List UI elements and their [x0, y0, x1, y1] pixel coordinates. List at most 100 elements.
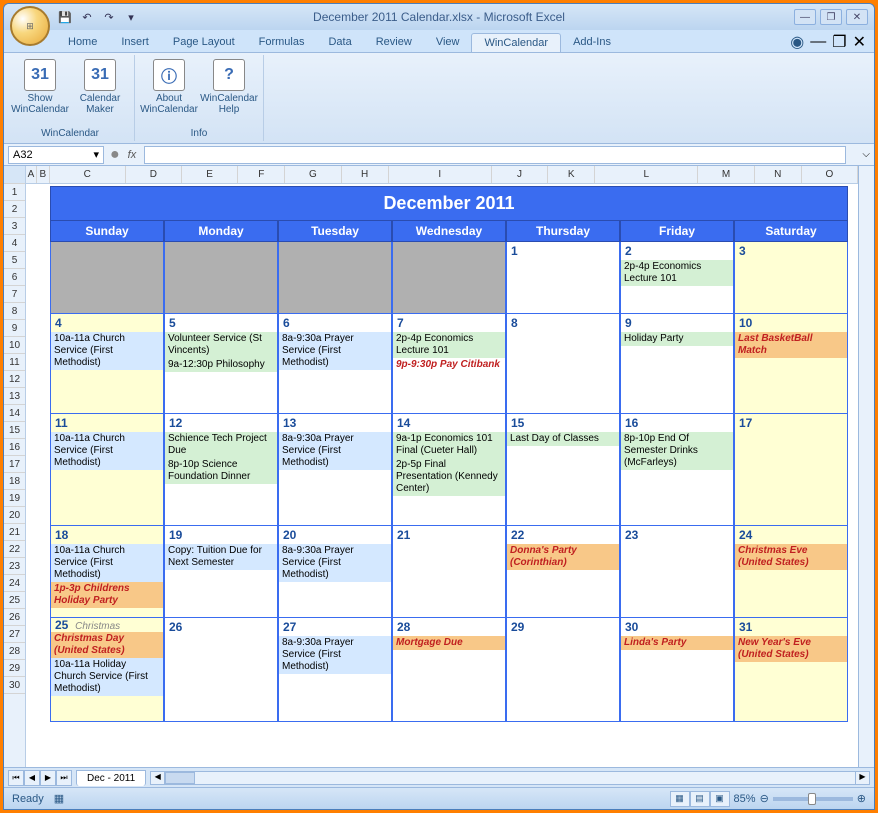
calendar-cell[interactable]: 26: [164, 618, 278, 722]
zoom-level[interactable]: 85%: [734, 793, 756, 805]
calendar-cell[interactable]: 28Mortgage Due: [392, 618, 506, 722]
row-header[interactable]: 21: [4, 524, 25, 541]
undo-icon[interactable]: ↶: [78, 8, 96, 26]
doc-minimize-icon[interactable]: —: [810, 33, 826, 51]
row-header[interactable]: 28: [4, 643, 25, 660]
row-header[interactable]: 22: [4, 541, 25, 558]
row-header[interactable]: 15: [4, 422, 25, 439]
vertical-scrollbar[interactable]: [858, 166, 874, 767]
column-header[interactable]: G: [285, 166, 341, 183]
tab-page-layout[interactable]: Page Layout: [161, 33, 247, 52]
help-icon[interactable]: ◉: [790, 32, 804, 52]
calendar-event[interactable]: Schience Tech Project Due: [165, 432, 277, 458]
calendar-cell[interactable]: 168p-10p End Of Semester Drinks (McFarle…: [620, 414, 734, 526]
tab-insert[interactable]: Insert: [109, 33, 161, 52]
calendar-cell[interactable]: 19Copy: Tuition Due for Next Semester: [164, 526, 278, 618]
calendar-event[interactable]: 8a-9:30a Prayer Service (First Methodist…: [279, 332, 391, 370]
calendar-event[interactable]: New Year's Eve (United States): [735, 636, 847, 662]
column-header[interactable]: N: [755, 166, 802, 183]
row-header[interactable]: 13: [4, 388, 25, 405]
column-header[interactable]: K: [548, 166, 595, 183]
name-box-dropdown-icon[interactable]: ▾: [93, 148, 99, 161]
calendar-event[interactable]: 2p-4p Economics Lecture 101: [393, 332, 505, 358]
row-header[interactable]: 19: [4, 490, 25, 507]
office-button[interactable]: ⊞: [10, 6, 50, 46]
calendar-cell[interactable]: 138a-9:30a Prayer Service (First Methodi…: [278, 414, 392, 526]
column-header[interactable]: L: [595, 166, 698, 183]
column-header[interactable]: F: [238, 166, 285, 183]
ribbon-btn-about-wincalendar[interactable]: ⓘAbout WinCalendar: [141, 57, 197, 117]
tab-wincalendar[interactable]: WinCalendar: [471, 33, 561, 52]
column-header[interactable]: A: [26, 166, 37, 183]
name-box[interactable]: A32 ▾: [8, 146, 104, 164]
calendar-event[interactable]: 8p-10p Science Foundation Dinner: [165, 458, 277, 484]
row-header[interactable]: 20: [4, 507, 25, 524]
row-header[interactable]: 5: [4, 252, 25, 269]
ribbon-btn-calendar-maker[interactable]: 31Calendar Maker: [72, 57, 128, 117]
calendar-cell[interactable]: 208a-9:30a Prayer Service (First Methodi…: [278, 526, 392, 618]
row-header[interactable]: 14: [4, 405, 25, 422]
fx-icon[interactable]: fx: [128, 149, 137, 161]
row-header[interactable]: 4: [4, 235, 25, 252]
calendar-cell[interactable]: 5Volunteer Service (St Vincents)9a-12:30…: [164, 314, 278, 414]
calendar-event[interactable]: 8a-9:30a Prayer Service (First Methodist…: [279, 544, 391, 582]
calendar-event[interactable]: 8a-9:30a Prayer Service (First Methodist…: [279, 636, 391, 674]
calendar-cell[interactable]: 24 Christmas Eve (United States): [734, 526, 848, 618]
select-all-cell[interactable]: [4, 166, 25, 184]
tab-review[interactable]: Review: [364, 33, 424, 52]
qat-dropdown-icon[interactable]: ▾: [122, 8, 140, 26]
calendar-event[interactable]: 8a-9:30a Prayer Service (First Methodist…: [279, 432, 391, 470]
calendar-event[interactable]: 10a-11a Church Service (First Methodist): [51, 544, 163, 582]
row-header[interactable]: 1: [4, 184, 25, 201]
calendar-event[interactable]: 1p-3p Childrens Holiday Party: [51, 582, 163, 608]
calendar-event[interactable]: 9a-12:30p Philosophy: [165, 358, 277, 372]
calendar-event[interactable]: 9a-1p Economics 101 Final (Cueter Hall): [393, 432, 505, 458]
macro-record-icon[interactable]: ▦: [54, 792, 64, 805]
save-icon[interactable]: 💾: [56, 8, 74, 26]
row-header[interactable]: 27: [4, 626, 25, 643]
column-header[interactable]: B: [37, 166, 50, 183]
normal-view-icon[interactable]: ▦: [670, 791, 690, 807]
calendar-cell[interactable]: 15Last Day of Classes: [506, 414, 620, 526]
sheet-nav-next-icon[interactable]: ▶: [40, 770, 56, 786]
column-header[interactable]: E: [182, 166, 238, 183]
row-header[interactable]: 2: [4, 201, 25, 218]
row-header[interactable]: 6: [4, 269, 25, 286]
doc-restore-icon[interactable]: ❐: [832, 32, 846, 52]
maximize-button[interactable]: ❐: [820, 9, 842, 25]
row-header[interactable]: 29: [4, 660, 25, 677]
row-header[interactable]: 11: [4, 354, 25, 371]
column-header[interactable]: M: [698, 166, 754, 183]
zoom-out-icon[interactable]: ⊖: [760, 792, 769, 805]
row-header[interactable]: 23: [4, 558, 25, 575]
calendar-cell[interactable]: [164, 242, 278, 314]
calendar-cell[interactable]: 22p-4p Economics Lecture 101: [620, 242, 734, 314]
calendar-event[interactable]: Last Day of Classes: [507, 432, 619, 446]
tab-formulas[interactable]: Formulas: [247, 33, 317, 52]
calendar-event[interactable]: Donna's Party (Corinthian): [507, 544, 619, 570]
calendar-cell[interactable]: [392, 242, 506, 314]
calendar-cell[interactable]: 21: [392, 526, 506, 618]
row-header[interactable]: 3: [4, 218, 25, 235]
column-header[interactable]: J: [492, 166, 548, 183]
page-layout-view-icon[interactable]: ▤: [690, 791, 710, 807]
minimize-button[interactable]: —: [794, 9, 816, 25]
calendar-cell[interactable]: 17: [734, 414, 848, 526]
calendar-event[interactable]: Linda's Party: [621, 636, 733, 650]
row-header[interactable]: 10: [4, 337, 25, 354]
calendar-cell[interactable]: 29: [506, 618, 620, 722]
tab-data[interactable]: Data: [316, 33, 363, 52]
calendar-cell[interactable]: 68a-9:30a Prayer Service (First Methodis…: [278, 314, 392, 414]
row-header[interactable]: 24: [4, 575, 25, 592]
zoom-in-icon[interactable]: ⊕: [857, 792, 866, 805]
calendar-event[interactable]: Holiday Party: [621, 332, 733, 346]
row-header[interactable]: 7: [4, 286, 25, 303]
calendar-cell[interactable]: 1110a-11a Church Service (First Methodis…: [50, 414, 164, 526]
doc-close-icon[interactable]: ✕: [853, 32, 866, 52]
calendar-event[interactable]: Copy: Tuition Due for Next Semester: [165, 544, 277, 570]
row-header[interactable]: 30: [4, 677, 25, 694]
tab-view[interactable]: View: [424, 33, 472, 52]
row-header[interactable]: 17: [4, 456, 25, 473]
sheet-nav-first-icon[interactable]: ⏮: [8, 770, 24, 786]
calendar-event[interactable]: 2p-5p Final Presentation (Kennedy Center…: [393, 458, 505, 496]
